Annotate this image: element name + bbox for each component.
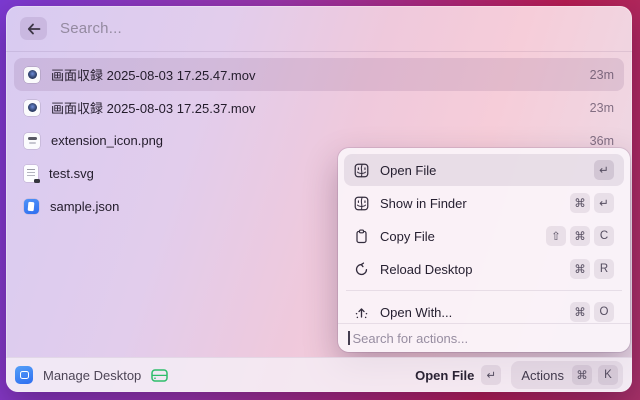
arrow-left-icon: [27, 23, 41, 35]
actions-menu-list: Open File ↵ Show in Finder ⌘: [338, 148, 630, 323]
open-with-icon: [354, 305, 369, 320]
actions-search-placeholder: Search for actions...: [353, 331, 469, 346]
menu-item-label: Open With...: [380, 305, 452, 320]
menu-item-show-in-finder[interactable]: Show in Finder ⌘ ↵: [344, 187, 624, 219]
actions-search-input[interactable]: Search for actions...: [338, 323, 630, 352]
clipboard-icon: [354, 229, 369, 244]
menu-item-label: Show in Finder: [380, 196, 467, 211]
key-cmd: ⌘: [570, 302, 590, 322]
menu-item-label: Reload Desktop: [380, 262, 473, 277]
key-return: ↵: [594, 160, 614, 180]
reload-icon: [354, 262, 369, 277]
key-o: O: [594, 302, 614, 322]
menu-item-label: Copy File: [380, 229, 435, 244]
actions-label: Actions: [521, 368, 564, 383]
finder-icon: [354, 163, 369, 178]
shortcut-keys: ⌘ ↵: [570, 193, 614, 213]
file-age: 23m: [590, 101, 614, 115]
image-file-icon: [24, 133, 40, 149]
file-age: 23m: [590, 68, 614, 82]
quicktime-movie-icon: [24, 67, 40, 83]
key-c: C: [594, 226, 614, 246]
file-name: sample.json: [50, 199, 119, 214]
key-cmd: ⌘: [570, 226, 590, 246]
key-return: ↵: [481, 365, 501, 385]
actions-button[interactable]: Actions ⌘ K: [511, 361, 623, 389]
file-age: 36m: [590, 134, 614, 148]
primary-action-button[interactable]: Open File ↵: [415, 365, 501, 385]
menu-item-reload-desktop[interactable]: Reload Desktop ⌘ R: [344, 253, 624, 285]
key-shift: ⇧: [546, 226, 566, 246]
key-cmd: ⌘: [572, 365, 592, 385]
file-name: 画面収録 2025-08-03 17.25.37.mov: [51, 98, 256, 117]
hard-drive-icon: [151, 369, 168, 382]
file-row[interactable]: 画面収録 2025-08-03 17.25.37.mov 23m: [14, 91, 624, 124]
primary-action-label: Open File: [415, 368, 474, 383]
svg-file-icon: [24, 165, 38, 182]
menu-divider: [346, 290, 622, 291]
menu-item-open-with[interactable]: Open With... ⌘ O: [344, 296, 624, 323]
manage-desktop-app-icon: [15, 366, 33, 384]
shortcut-keys: ⌘ R: [570, 259, 614, 279]
text-caret: [348, 331, 350, 345]
menu-item-copy-file[interactable]: Copy File ⇧ ⌘ C: [344, 220, 624, 252]
actions-menu: Open File ↵ Show in Finder ⌘: [338, 148, 630, 352]
quicktime-movie-icon: [24, 100, 40, 116]
search-input[interactable]: Search...: [60, 20, 122, 37]
shortcut-keys: ⇧ ⌘ C: [546, 226, 614, 246]
app-name: Manage Desktop: [43, 368, 141, 383]
finder-icon: [354, 196, 369, 211]
key-cmd: ⌘: [570, 259, 590, 279]
shortcut-keys: ⌘ O: [570, 302, 614, 322]
status-bar-actions: Open File ↵ Actions ⌘ K: [415, 361, 623, 389]
key-return: ↵: [594, 193, 614, 213]
key-r: R: [594, 259, 614, 279]
key-k: K: [598, 365, 618, 385]
back-button[interactable]: [20, 17, 47, 40]
search-header: Search...: [6, 6, 632, 52]
shortcut-keys: ↵: [594, 160, 614, 180]
file-row[interactable]: 画面収録 2025-08-03 17.25.47.mov 23m: [14, 58, 624, 91]
key-cmd: ⌘: [570, 193, 590, 213]
file-name: extension_icon.png: [51, 133, 163, 148]
launcher-window: Search... 画面収録 2025-08-03 17.25.47.mov 2…: [6, 6, 632, 392]
menu-item-open-file[interactable]: Open File ↵: [344, 154, 624, 186]
status-bar: Manage Desktop Open File ↵ Actions ⌘ K: [6, 357, 632, 392]
json-file-icon: [24, 199, 39, 214]
menu-item-label: Open File: [380, 163, 436, 178]
file-name: 画面収録 2025-08-03 17.25.47.mov: [51, 65, 256, 84]
file-name: test.svg: [49, 166, 94, 181]
